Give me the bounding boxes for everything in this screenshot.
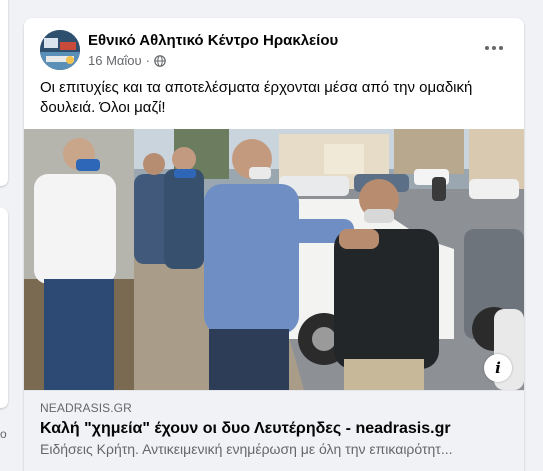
more-dot xyxy=(492,46,496,50)
feed-post: Εθνικό Αθλητικό Κέντρο Ηρακλείου 16 Μαΐο… xyxy=(24,18,524,471)
meta-separator: · xyxy=(145,53,150,68)
more-dot xyxy=(485,46,489,50)
link-domain: NEADRASIS.GR xyxy=(40,401,132,415)
left-column-edge: o xyxy=(0,0,14,471)
link-title[interactable]: Καλή "χημεία" έχουν οι δυο Λευτέρηδες - … xyxy=(40,420,508,438)
post-meta: 16 Μαΐου · xyxy=(88,53,166,68)
left-card-bottom xyxy=(0,208,8,408)
more-dot xyxy=(499,46,503,50)
page-name-link[interactable]: Εθνικό Αθλητικό Κέντρο Ηρακλείου xyxy=(88,32,338,49)
more-options-icon[interactable] xyxy=(476,34,512,62)
left-edge-text: o xyxy=(0,427,7,441)
post-header: Εθνικό Αθλητικό Κέντρο Ηρακλείου 16 Μαΐο… xyxy=(24,18,524,72)
post-photo[interactable]: i xyxy=(24,129,524,390)
post-date-link[interactable]: 16 Μαΐου xyxy=(88,53,142,68)
link-description: Ειδήσεις Κρήτη. Αντικειμενική ενημέρωση … xyxy=(40,441,453,457)
globe-icon[interactable] xyxy=(154,54,166,67)
post-message: Οι επιτυχίες και τα αποτελέσματα έρχοντα… xyxy=(40,79,473,116)
page-avatar-image xyxy=(40,30,80,70)
page-avatar[interactable] xyxy=(40,30,80,70)
left-card-top xyxy=(0,0,8,186)
photo-info-icon[interactable]: i xyxy=(484,354,512,382)
post-photo-image xyxy=(24,129,524,390)
link-preview[interactable]: NEADRASIS.GR Καλή "χημεία" έχουν οι δυο … xyxy=(24,390,524,471)
